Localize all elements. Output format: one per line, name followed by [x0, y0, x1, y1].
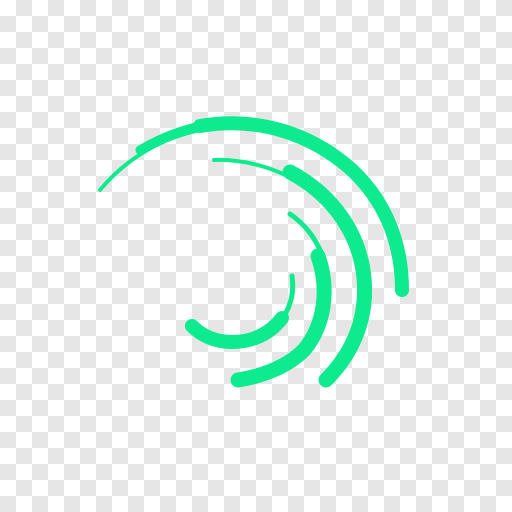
innermost-hook-thick: [185, 311, 289, 350]
outer-arc-thick: [193, 116, 409, 297]
inner-arc: [235, 211, 331, 383]
transparent-background-canvas: [0, 0, 512, 512]
swirl-arcs-logo-icon: [98, 116, 409, 388]
